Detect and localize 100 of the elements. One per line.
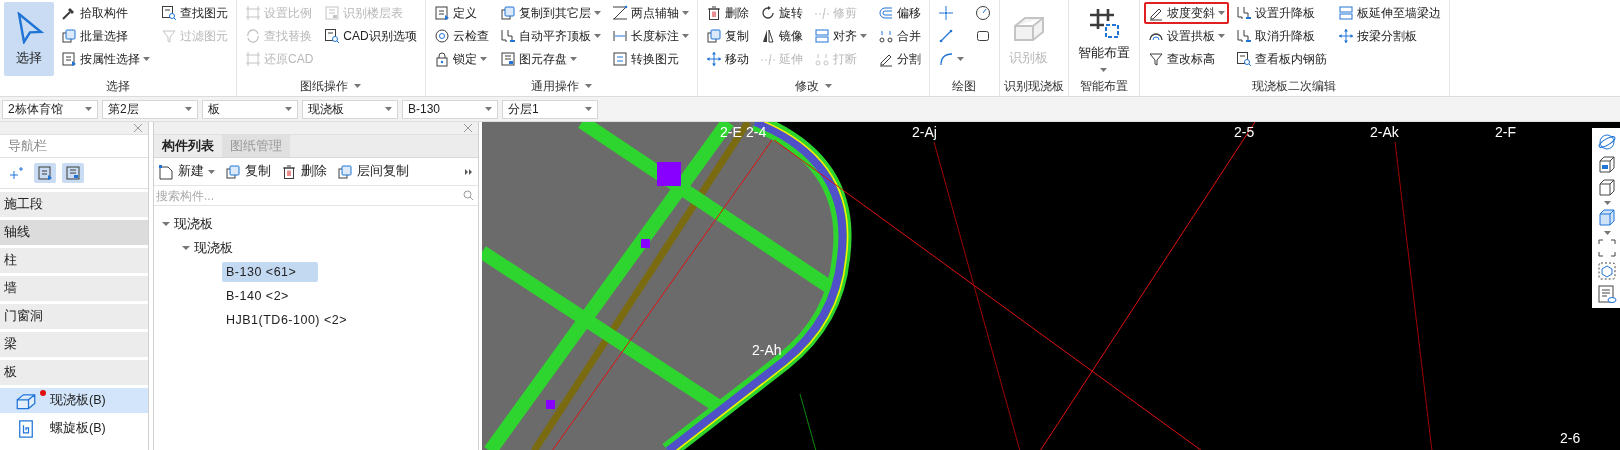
nav-category[interactable]: 轴线 (0, 220, 148, 245)
tree-item[interactable]: B-130 <61> (222, 262, 319, 282)
group-label: 修改 (794, 77, 819, 95)
selector-dropdown[interactable]: 板 (202, 99, 298, 119)
view-toggle-button[interactable] (62, 163, 84, 183)
ribbon-button[interactable]: 长度标注 (607, 25, 693, 47)
toolbar-button[interactable]: 新建 (158, 163, 215, 180)
cube-icon[interactable] (1597, 155, 1617, 175)
axis-label: 2-Ah (752, 342, 782, 358)
view-toggle-button[interactable] (34, 163, 56, 183)
ribbon-button[interactable]: 旋转 (755, 2, 807, 24)
axis-label: 2-E (720, 124, 742, 140)
ribbon-button[interactable]: 自动平齐顶板 (495, 25, 605, 47)
crosshair-icon (937, 5, 954, 21)
ribbon-button[interactable]: 对齐 (809, 25, 871, 47)
tree-item[interactable]: B-140 <2> (222, 286, 293, 306)
nav-category[interactable]: 施工段 (0, 192, 148, 217)
selector-dropdown[interactable]: 第2层 (102, 99, 198, 119)
ribbon-button[interactable]: 删除 (701, 2, 753, 24)
ribbon-button[interactable]: 设置拱板 (1143, 25, 1229, 47)
selector-dropdown[interactable]: 2栋体育馆 (2, 99, 98, 119)
expand-arrow-icon[interactable] (182, 244, 190, 252)
selector-dropdown[interactable]: 现浇板 (302, 99, 398, 119)
ribbon-button[interactable]: 分割 (873, 48, 925, 70)
ribbon-button[interactable]: 取消升降板 (1231, 25, 1331, 47)
dashed-line-icon (759, 51, 776, 67)
cloud-icon (433, 28, 450, 44)
toolbar-button[interactable]: 层间复制 (337, 163, 409, 180)
align-icon (813, 28, 830, 44)
dashed-line-icon (813, 5, 830, 21)
nav-category[interactable]: 梁 (0, 332, 148, 357)
ribbon-button[interactable]: 移动 (701, 48, 753, 70)
axis-label: 2-Ak (1370, 124, 1399, 140)
ribbon-button[interactable]: 定义 (429, 2, 493, 24)
nav-category[interactable]: 墙 (0, 276, 148, 301)
dots-icon (813, 51, 830, 67)
close-icon[interactable] (464, 124, 472, 132)
ribbon-button[interactable]: 按属性选择 (57, 48, 154, 70)
step-icon (1235, 28, 1252, 44)
ribbon-button[interactable]: 偏移 (873, 2, 925, 24)
toolbar-button[interactable]: 删除 (281, 163, 327, 180)
nav-category[interactable]: 门窗洞 (0, 304, 148, 329)
ribbon-button[interactable]: CAD识别选项 (320, 25, 421, 47)
slab-drawing[interactable] (482, 122, 852, 450)
eyedropper-icon (61, 5, 77, 21)
table-icon (65, 165, 81, 181)
copy-icon (225, 163, 241, 180)
table-icon (499, 51, 516, 67)
list-icon (433, 5, 450, 21)
ribbon-button[interactable]: 拾取构件 (57, 2, 154, 24)
large-ribbon-button[interactable]: 选择 (4, 2, 54, 76)
ribbon-button[interactable]: 合并 (873, 25, 925, 47)
search-icon (463, 190, 474, 201)
caret-icon (185, 107, 192, 111)
tree-item[interactable]: HJB1(TD6-100) <2> (222, 310, 352, 330)
tree-node[interactable]: 现浇板 (154, 236, 478, 260)
refresh-icon (245, 28, 261, 44)
selector-dropdown[interactable]: B-130 (402, 99, 498, 119)
nav-item[interactable]: 螺旋板(B) (0, 416, 148, 441)
close-icon[interactable] (134, 124, 142, 132)
ribbon-button[interactable]: 板延伸至墙梁边 (1333, 2, 1445, 24)
ribbon-button[interactable]: 批量选择 (57, 25, 154, 47)
gauge-icon (974, 5, 991, 21)
ribbon-button[interactable]: 按梁分割板 (1333, 25, 1445, 47)
large-ribbon-button[interactable]: 智能布置 (1072, 2, 1135, 76)
group-label: 现浇板二次编辑 (1252, 77, 1337, 95)
panel-title: 导航栏 (8, 137, 47, 155)
nav-item[interactable]: 现浇板(B) (0, 388, 148, 413)
ribbon-button[interactable]: 查找图元 (157, 2, 232, 24)
search-field[interactable]: 搜索构件... (156, 187, 459, 204)
group-label: 绘图 (952, 77, 977, 95)
selector-dropdown[interactable]: 分层1 (502, 99, 598, 119)
ribbon-button[interactable]: 两点辅轴 (607, 2, 693, 24)
ribbon-button[interactable]: 镜像 (755, 25, 807, 47)
cube-icon[interactable] (1597, 208, 1617, 228)
ribbon-button[interactable]: 设置升降板 (1231, 2, 1331, 24)
ribbon-button[interactable]: 转换图元 (607, 48, 693, 70)
nav-category[interactable]: 板 (0, 360, 148, 385)
caret-icon (479, 57, 487, 61)
ribbon-button[interactable]: 云检查 (429, 25, 493, 47)
box-select-icon[interactable] (1597, 261, 1617, 281)
nav-category[interactable]: 柱 (0, 248, 148, 273)
ribbon-button[interactable]: 坡度变斜 (1143, 2, 1229, 24)
fullscreen-icon[interactable] (1597, 238, 1617, 258)
caret-icon (485, 107, 492, 111)
toolbar-button[interactable]: 复制 (225, 163, 271, 180)
ribbon-button[interactable]: 图元存盘 (495, 48, 605, 70)
expand-arrow-icon[interactable] (162, 220, 170, 228)
axis-label: 2-F (1495, 124, 1516, 140)
ribbon-button[interactable]: 锁定 (429, 48, 493, 70)
ribbon-button[interactable]: 查看板内钢筋 (1231, 48, 1331, 70)
ribbon-button[interactable]: 查改标高 (1143, 48, 1229, 70)
orbit-icon[interactable] (1597, 132, 1617, 152)
ribbon-button[interactable]: 复制到其它层 (495, 2, 605, 24)
group-label: 识别现浇板 (1003, 77, 1064, 95)
step-icon (499, 28, 516, 44)
tree-node[interactable]: 现浇板 (154, 212, 478, 236)
list-view-icon[interactable] (1597, 284, 1617, 304)
ribbon-button[interactable]: 复制 (701, 25, 753, 47)
cube-icon[interactable] (1597, 178, 1617, 198)
